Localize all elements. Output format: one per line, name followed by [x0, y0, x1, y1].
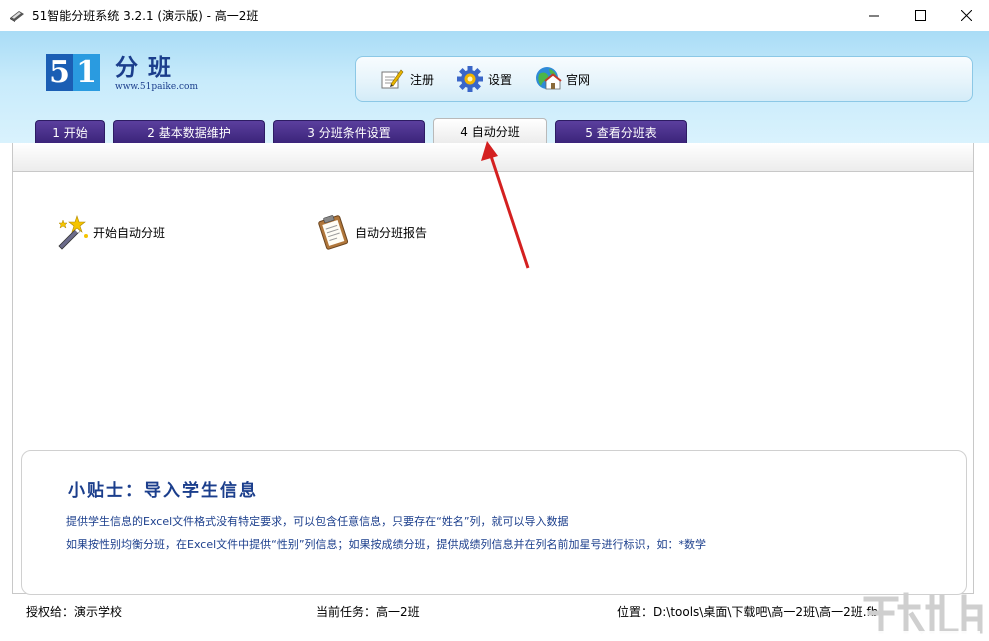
minimize-icon — [868, 15, 879, 17]
magic-wand-icon — [51, 212, 91, 252]
tab-view-table[interactable]: 5 查看分班表 — [555, 120, 687, 143]
status-task: 当前任务：高一2班 — [316, 605, 420, 619]
register-button[interactable]: 注册 — [378, 65, 434, 93]
app-icon — [9, 9, 25, 23]
window-title: 51智能分班系统 3.2.1 (演示版) - 高一2班 — [32, 9, 259, 23]
tab-basic-data[interactable]: 2 基本数据维护 — [113, 120, 265, 143]
start-auto-assign-label: 开始自动分班 — [93, 225, 166, 240]
website-icon — [534, 65, 562, 93]
app-logo: 5 1 分班 www.51paike.com — [46, 54, 198, 92]
logo-digit-1: 1 — [73, 54, 100, 91]
gear-icon — [456, 65, 484, 93]
register-label: 注册 — [410, 72, 435, 87]
tips-line-2: 如果按性别均衡分班，在Excel文件中提供“性别”列信息；如果按成绩分班，提供成… — [66, 538, 707, 551]
settings-label: 设置 — [488, 72, 513, 87]
status-bar: 授权给：演示学校 当前任务：高一2班 位置：D:\tools\桌面\下载吧\高一… — [0, 596, 989, 626]
watermark-logo-icon — [863, 592, 983, 640]
start-auto-assign-button[interactable]: 开始自动分班 — [51, 212, 165, 252]
title-bar: 51智能分班系统 3.2.1 (演示版) - 高一2班 — [0, 0, 989, 31]
settings-button[interactable]: 设置 — [456, 65, 512, 93]
register-icon — [378, 65, 406, 93]
tips-panel: 小贴士：导入学生信息 提供学生信息的Excel文件格式没有特定要求，可以包含任意… — [21, 450, 967, 595]
status-licensed: 授权给：演示学校 — [26, 605, 123, 619]
close-button[interactable] — [943, 0, 989, 31]
tab-start[interactable]: 1 开始 — [35, 120, 105, 143]
tips-title: 小贴士：导入学生信息 — [68, 481, 258, 501]
auto-assign-report-button[interactable]: 自动分班报告 — [313, 212, 427, 252]
tab-conditions[interactable]: 3 分班条件设置 — [273, 120, 425, 143]
auto-assign-report-label: 自动分班报告 — [355, 225, 428, 240]
website-button[interactable]: 官网 — [534, 65, 590, 93]
top-toolbar: 注册 设置 官网 — [355, 56, 973, 102]
clipboard-icon — [313, 212, 353, 252]
minimize-button[interactable] — [851, 0, 897, 31]
website-label: 官网 — [566, 72, 591, 87]
tips-line-1: 提供学生信息的Excel文件格式没有特定要求，可以包含任意信息，只要存在“姓名”… — [66, 515, 569, 528]
panel-header-strip — [12, 143, 974, 172]
main-tabs: 1 开始 2 基本数据维护 3 分班条件设置 4 自动分班 5 查看分班表 — [35, 118, 695, 143]
status-location: 位置：D:\tools\桌面\下载吧\高一2班\高一2班.fb — [617, 605, 879, 619]
maximize-button[interactable] — [897, 0, 943, 31]
close-icon — [960, 10, 972, 21]
maximize-icon — [914, 10, 926, 21]
logo-title: 分班 — [115, 54, 181, 81]
tab-auto-assign[interactable]: 4 自动分班 — [433, 118, 547, 143]
logo-url: www.51paike.com — [115, 82, 198, 92]
logo-digit-5: 5 — [46, 54, 73, 91]
